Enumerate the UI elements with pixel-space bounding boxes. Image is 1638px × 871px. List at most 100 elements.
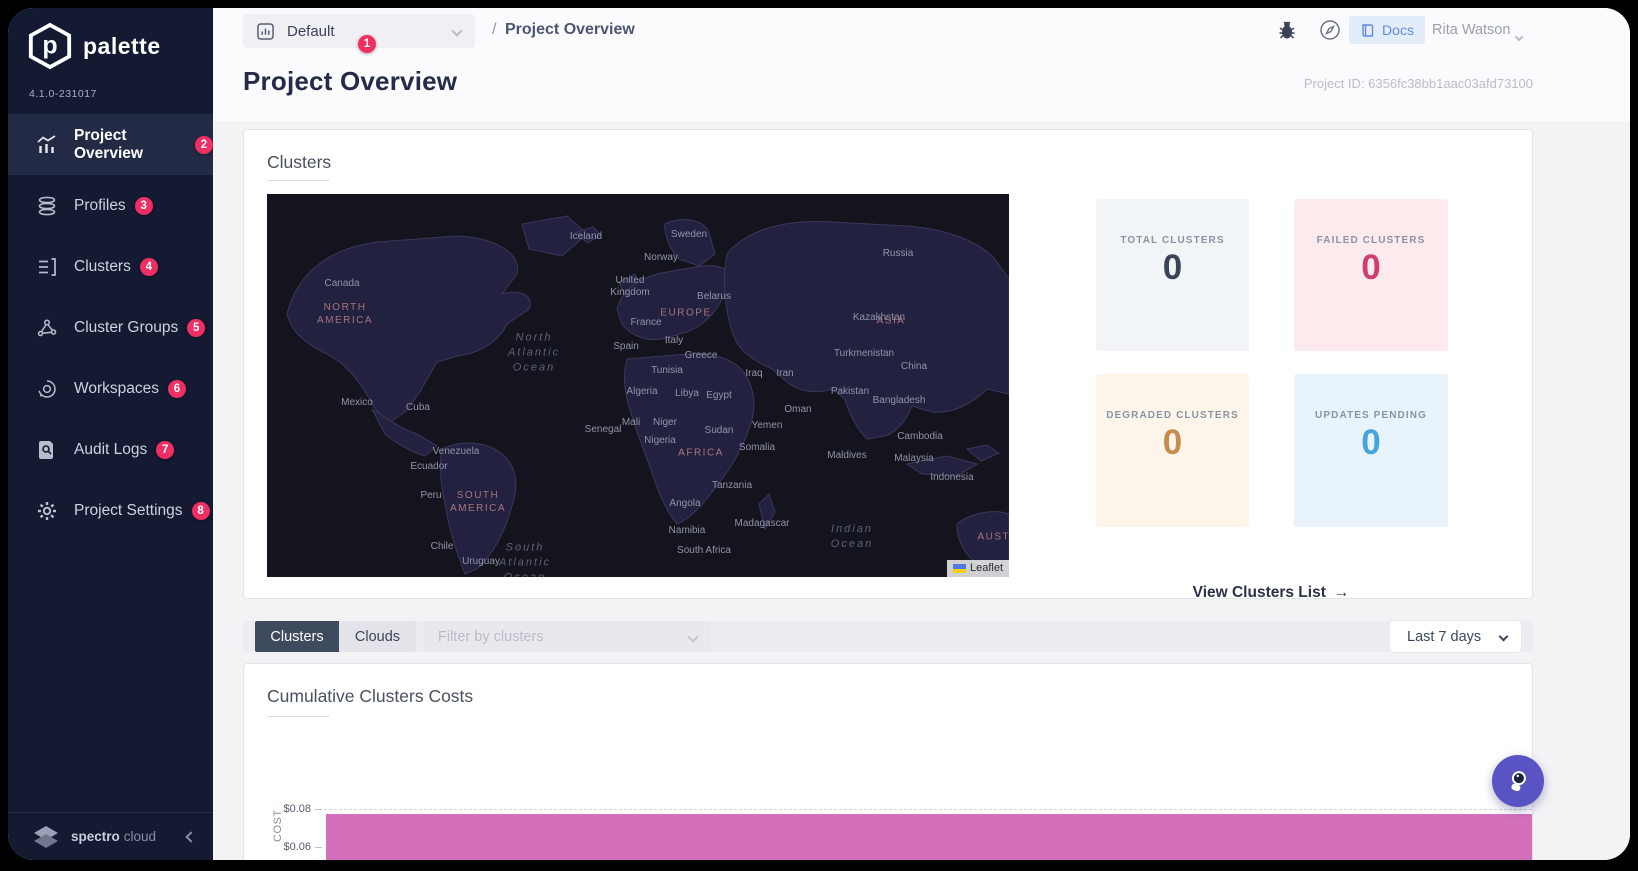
- sidebar-item-label: Project Overview: [74, 126, 143, 162]
- sidebar-item-label: Audit Logs: [74, 440, 148, 458]
- sidebar-item-label: Clusters: [74, 257, 131, 275]
- settings-gear-icon: [35, 499, 59, 523]
- palette-logo-icon: p: [28, 22, 72, 70]
- stat-value: 0: [1162, 247, 1183, 287]
- sidebar-footer: spectro cloud: [8, 812, 213, 860]
- world-map[interactable]: Iceland Sweden Norway Russia Canada United Ki…: [267, 194, 1009, 577]
- logo-text: palette: [83, 32, 161, 59]
- stat-label: UPDATES PENDING: [1315, 410, 1427, 421]
- tick-mark: [315, 809, 322, 810]
- clusters-card-title: Clusters: [267, 152, 332, 172]
- stat-label: FAILED CLUSTERS: [1316, 234, 1426, 246]
- sidebar-item-audit-logs[interactable]: Audit Logs 7: [8, 419, 213, 480]
- arrow-right-icon: →: [1333, 584, 1350, 601]
- sidebar-item-clusters[interactable]: Clusters 4: [8, 236, 213, 297]
- flag-icon: [952, 563, 966, 573]
- title-underline: [267, 180, 329, 181]
- annotation-badge-6: 6: [168, 379, 186, 398]
- costs-card: Cumulative Clusters Costs COST $0.08 $0.…: [243, 663, 1533, 860]
- audit-logs-doc-icon: [35, 438, 59, 462]
- annotation-badge-8: 8: [191, 501, 210, 520]
- assistant-fab-button[interactable]: [1492, 755, 1544, 807]
- costs-toolbar: Clusters Clouds Filter by clusters Last …: [243, 621, 1533, 652]
- spectro-cloud-logo-icon: [34, 825, 58, 848]
- chevron-down-icon: [1498, 631, 1509, 642]
- cost-area-series: [326, 814, 1532, 860]
- tab-clusters[interactable]: Clusters: [255, 621, 339, 652]
- leaflet-attribution[interactable]: Leaflet: [946, 560, 1009, 577]
- project-selector-value: Default: [287, 22, 335, 40]
- stat-label: DEGRADED CLUSTERS: [1106, 410, 1239, 421]
- sidebar-item-project-overview[interactable]: Project Overview 2: [8, 114, 213, 175]
- sidebar-item-label: Profiles: [74, 196, 126, 214]
- bug-report-icon[interactable]: [1276, 19, 1298, 41]
- main-area: Default 1 / Project Overview Docs Rita W…: [213, 8, 1630, 860]
- chevron-down-icon: [451, 25, 463, 37]
- spectro-cloud-brand: spectro cloud: [71, 829, 157, 844]
- sidebar-item-label: Project Settings: [74, 501, 183, 519]
- stat-degraded-clusters: DEGRADED CLUSTERS 0: [1096, 374, 1249, 527]
- app-window: p palette 4.1.0-231017 Project Overview 2…: [8, 8, 1630, 860]
- sidebar-nav: Project Overview 2 Profiles 3 Clusters 4 Clust…: [8, 114, 213, 541]
- workspaces-orbit-icon: [35, 377, 59, 401]
- overview-chart-icon: [35, 133, 59, 157]
- date-range-selector[interactable]: Last 7 days: [1390, 621, 1521, 652]
- clusters-card: Clusters Iceland Sweden Norway Russia Ca…: [243, 129, 1533, 602]
- leaflet-label: Leaflet: [969, 562, 1003, 574]
- sidebar-item-label: Cluster Groups: [74, 318, 179, 336]
- view-clusters-list-link[interactable]: View Clusters List →: [1193, 584, 1350, 602]
- stat-value: 0: [1361, 423, 1381, 462]
- annotation-badge-5: 5: [187, 318, 206, 337]
- tab-clouds[interactable]: Clouds: [339, 621, 416, 652]
- sidebar-collapse-button[interactable]: [185, 828, 197, 846]
- stat-label: TOTAL CLUSTERS: [1120, 234, 1225, 246]
- svg-text:p: p: [42, 32, 57, 60]
- astronaut-icon: [1511, 771, 1526, 792]
- map-landmass: [286, 215, 1009, 575]
- stat-value: 0: [1162, 423, 1183, 462]
- clusters-list-icon: [35, 255, 59, 279]
- version-label: 4.1.0-231017: [29, 88, 97, 100]
- docs-button[interactable]: Docs: [1349, 16, 1425, 44]
- y-tick-006: $0.06: [283, 841, 311, 853]
- stat-total-clusters: TOTAL CLUSTERS 0: [1096, 199, 1249, 351]
- user-menu-caret[interactable]: [1514, 27, 1524, 45]
- sidebar-item-project-settings[interactable]: Project Settings 8: [8, 480, 213, 541]
- annotation-badge-3: 3: [134, 196, 153, 215]
- project-id-label: Project ID: 6356fc38bb1aac03afd73100: [1303, 76, 1533, 91]
- page-title: Project Overview: [243, 66, 458, 96]
- filter-by-clusters-dropdown[interactable]: Filter by clusters: [424, 621, 711, 652]
- user-menu[interactable]: Rita Watson: [1432, 22, 1510, 38]
- stat-value: 0: [1361, 247, 1381, 287]
- annotation-badge-7: 7: [156, 440, 175, 459]
- sidebar-item-workspaces[interactable]: Workspaces 6: [8, 358, 213, 419]
- cluster-groups-network-icon: [35, 316, 59, 340]
- palette-logo[interactable]: p palette: [27, 22, 161, 70]
- sidebar: p palette 4.1.0-231017 Project Overview 2…: [8, 8, 213, 860]
- stat-updates-pending: UPDATES PENDING 0: [1294, 374, 1448, 527]
- sidebar-item-cluster-groups[interactable]: Cluster Groups 5: [8, 297, 213, 358]
- chevron-down-icon: [687, 630, 699, 643]
- chevron-down-icon: [1514, 32, 1524, 42]
- sidebar-item-profiles[interactable]: Profiles 3: [8, 175, 213, 236]
- docs-label: Docs: [1382, 22, 1414, 38]
- costs-card-title: Cumulative Clusters Costs: [267, 686, 474, 706]
- chevron-left-icon: [185, 830, 197, 843]
- range-value: Last 7 days: [1407, 628, 1482, 645]
- annotation-badge-4: 4: [139, 257, 158, 276]
- breadcrumb[interactable]: Project Overview: [505, 21, 635, 39]
- gridline-dashed: [324, 809, 1532, 810]
- stat-failed-clusters: FAILED CLUSTERS 0: [1294, 199, 1448, 351]
- sidebar-item-label: Workspaces: [74, 379, 159, 397]
- tick-mark: [315, 847, 322, 848]
- cluster-stats-grid: TOTAL CLUSTERS 0 FAILED CLUSTERS 0 DEGRADED …: [1096, 199, 1448, 527]
- book-icon: [1362, 23, 1374, 37]
- annotation-badge-1: 1: [358, 35, 376, 53]
- filter-placeholder: Filter by clusters: [438, 628, 544, 645]
- compass-help-icon[interactable]: [1319, 19, 1341, 41]
- project-chart-icon: [257, 22, 274, 40]
- annotation-badge-2: 2: [195, 135, 213, 154]
- y-tick-008: $0.08: [283, 803, 311, 815]
- profiles-stack-icon: [35, 194, 59, 218]
- title-underline: [267, 716, 329, 717]
